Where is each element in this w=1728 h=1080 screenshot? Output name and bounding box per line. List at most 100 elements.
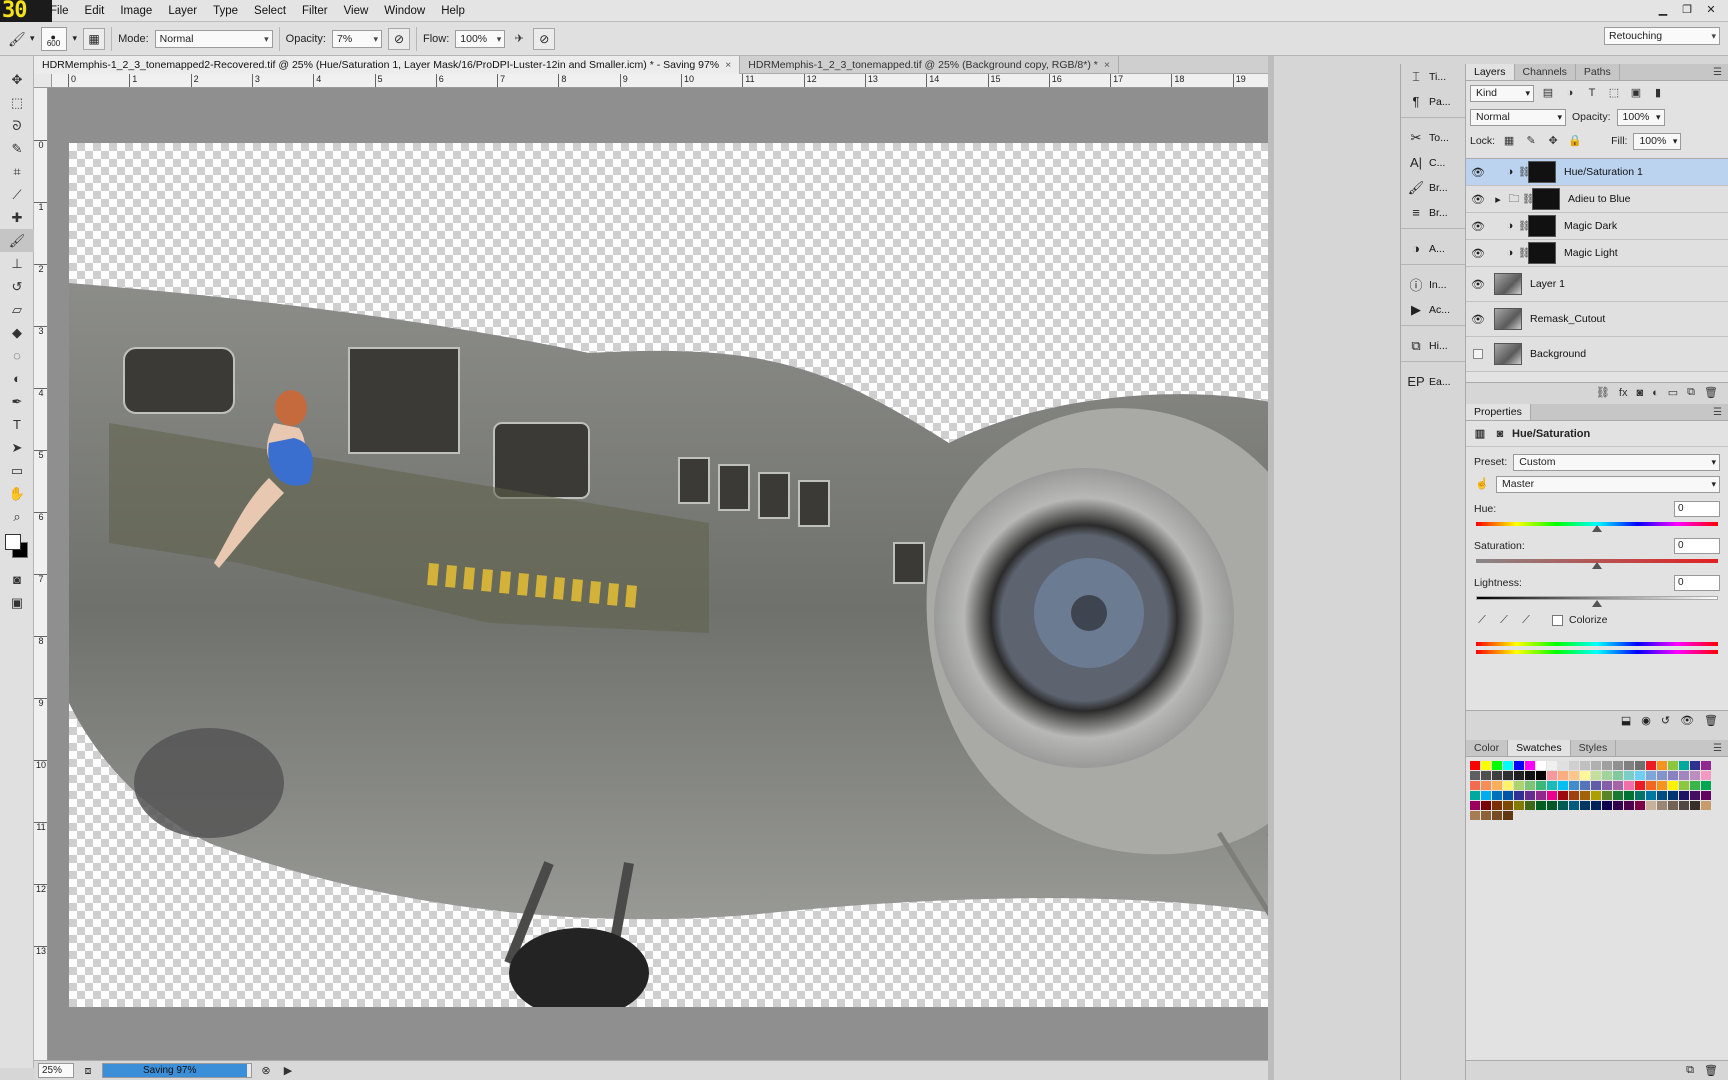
- color-swatch[interactable]: [1525, 761, 1535, 770]
- color-swatch[interactable]: [1580, 791, 1590, 800]
- brush-panel-toggle-icon[interactable]: ▦: [83, 27, 106, 50]
- rectangle-tool[interactable]: ▭: [0, 459, 34, 482]
- color-swatch[interactable]: [1470, 791, 1480, 800]
- color-swatch[interactable]: [1624, 801, 1634, 810]
- lock-all-icon[interactable]: 🔒: [1567, 133, 1583, 149]
- type-tool[interactable]: T: [0, 413, 34, 436]
- filter-smart-object-icon[interactable]: ▣: [1628, 85, 1644, 101]
- layer-opacity-field[interactable]: 100%: [1616, 108, 1665, 126]
- colorize-checkbox[interactable]: [1552, 614, 1563, 626]
- color-swatch[interactable]: [1701, 791, 1711, 800]
- color-swatch[interactable]: [1602, 761, 1612, 770]
- close-tab-icon[interactable]: ×: [725, 59, 731, 71]
- color-swatch[interactable]: [1481, 811, 1491, 820]
- visibility-eye-icon[interactable]: 👁: [1466, 193, 1490, 206]
- color-swatch[interactable]: [1536, 781, 1546, 790]
- color-swatch[interactable]: [1591, 781, 1601, 790]
- new-swatch-icon[interactable]: ⧉: [1686, 1064, 1694, 1077]
- color-swatch[interactable]: [1591, 791, 1601, 800]
- color-swatch[interactable]: [1525, 801, 1535, 810]
- menu-select[interactable]: Select: [246, 5, 294, 17]
- menu-edit[interactable]: Edit: [77, 5, 113, 17]
- color-swatch[interactable]: [1624, 781, 1634, 790]
- color-swatch[interactable]: [1646, 781, 1656, 790]
- workspace-select[interactable]: Retouching: [1604, 27, 1720, 45]
- blend-mode-select[interactable]: Normal: [1470, 108, 1566, 126]
- dock-item[interactable]: EP Ea...: [1401, 369, 1465, 394]
- menu-type[interactable]: Type: [205, 5, 246, 17]
- dock-item[interactable]: ▶ Ac...: [1401, 297, 1465, 322]
- eyedropper-tool[interactable]: ⟋: [0, 183, 34, 206]
- opacity-field[interactable]: 7%: [332, 29, 382, 48]
- screen-mode-icon[interactable]: ▣: [0, 591, 34, 614]
- layer-fill-field[interactable]: 100%: [1633, 132, 1682, 150]
- ruler-origin[interactable]: [34, 74, 52, 88]
- delete-adjustment-icon[interactable]: 🗑: [1704, 714, 1718, 727]
- color-swatch[interactable]: [1547, 761, 1557, 770]
- tab-document-tonemapped[interactable]: HDRMemphis-1_2_3_tonemapped.tif @ 25% (B…: [740, 56, 1119, 74]
- expand-arrow-icon[interactable]: ▸: [1490, 193, 1506, 206]
- color-swatch[interactable]: [1558, 801, 1568, 810]
- targeted-adjust-icon[interactable]: ☝: [1474, 476, 1490, 492]
- color-swatch[interactable]: [1701, 801, 1711, 810]
- lightness-thumb[interactable]: [1592, 600, 1602, 607]
- tab-styles[interactable]: Styles: [1571, 740, 1617, 756]
- lightness-slider[interactable]: [1476, 596, 1718, 607]
- color-swatch[interactable]: [1547, 791, 1557, 800]
- color-swatch[interactable]: [1624, 761, 1634, 770]
- color-swatch[interactable]: [1624, 791, 1634, 800]
- color-swatch[interactable]: [1635, 801, 1645, 810]
- menu-view[interactable]: View: [336, 5, 377, 17]
- visibility-eye-icon[interactable]: 👁: [1466, 313, 1490, 326]
- delete-swatch-icon[interactable]: 🗑: [1704, 1064, 1718, 1077]
- group-mask-thumbnail[interactable]: [1532, 188, 1560, 210]
- flow-field[interactable]: 100%: [455, 29, 506, 48]
- pen-tool[interactable]: ✒: [0, 390, 34, 413]
- status-menu-icon[interactable]: ▶: [280, 1063, 296, 1079]
- view-previous-icon[interactable]: ◉: [1641, 714, 1651, 727]
- color-swatch[interactable]: [1525, 791, 1535, 800]
- chain-link-icon[interactable]: ⛓: [1518, 167, 1531, 178]
- color-swatch[interactable]: [1602, 781, 1612, 790]
- marquee-tool[interactable]: ⬚: [0, 91, 34, 114]
- color-swatch[interactable]: [1481, 801, 1491, 810]
- color-swatch[interactable]: [1657, 781, 1667, 790]
- color-swatch[interactable]: [1657, 771, 1667, 780]
- channel-select[interactable]: Master: [1496, 475, 1720, 493]
- color-swatch[interactable]: [1569, 791, 1579, 800]
- panel-divider[interactable]: [1268, 56, 1274, 1080]
- color-swatch[interactable]: [1580, 771, 1590, 780]
- layer-thumbnail[interactable]: [1494, 273, 1522, 295]
- color-swatch[interactable]: [1536, 771, 1546, 780]
- preset-select[interactable]: Custom: [1513, 453, 1720, 471]
- color-swatch[interactable]: [1492, 811, 1502, 820]
- color-swatch[interactable]: [1690, 791, 1700, 800]
- add-mask-icon[interactable]: ◙: [1636, 387, 1643, 399]
- zoom-tool[interactable]: ⌕: [0, 505, 34, 528]
- close-icon[interactable]: ✕: [1700, 1, 1722, 19]
- color-swatch[interactable]: [1602, 771, 1612, 780]
- color-swatch[interactable]: [1492, 801, 1502, 810]
- layer-row[interactable]: Background: [1466, 337, 1728, 372]
- color-swatch[interactable]: [1558, 781, 1568, 790]
- color-swatch[interactable]: [1536, 801, 1546, 810]
- filter-type-icon[interactable]: T: [1584, 85, 1600, 101]
- color-swatch[interactable]: [1613, 801, 1623, 810]
- history-brush-tool[interactable]: ↺: [0, 275, 34, 298]
- color-swatch[interactable]: [1679, 801, 1689, 810]
- layer-thumbnail[interactable]: [1494, 308, 1522, 330]
- color-swatch[interactable]: [1580, 761, 1590, 770]
- cancel-save-icon[interactable]: ⊗: [258, 1063, 274, 1079]
- color-swatch[interactable]: [1492, 771, 1502, 780]
- color-swatch[interactable]: [1657, 801, 1667, 810]
- color-swatch[interactable]: [1690, 781, 1700, 790]
- eyedropper-plus-icon[interactable]: ⟋: [1496, 612, 1512, 628]
- panel-menu-icon[interactable]: ☰: [1713, 64, 1722, 81]
- crop-tool[interactable]: ⌗: [0, 160, 34, 183]
- pressure-opacity-icon[interactable]: ⊘: [388, 27, 410, 50]
- layer-thumbnail[interactable]: [1494, 343, 1522, 365]
- chain-link-icon[interactable]: ⛓: [1522, 194, 1535, 205]
- layer-row[interactable]: 👁 ◑ ⛓ Magic Light: [1466, 240, 1728, 267]
- brush-size-picker[interactable]: 600: [40, 21, 67, 53]
- tab-channels[interactable]: Channels: [1515, 64, 1576, 80]
